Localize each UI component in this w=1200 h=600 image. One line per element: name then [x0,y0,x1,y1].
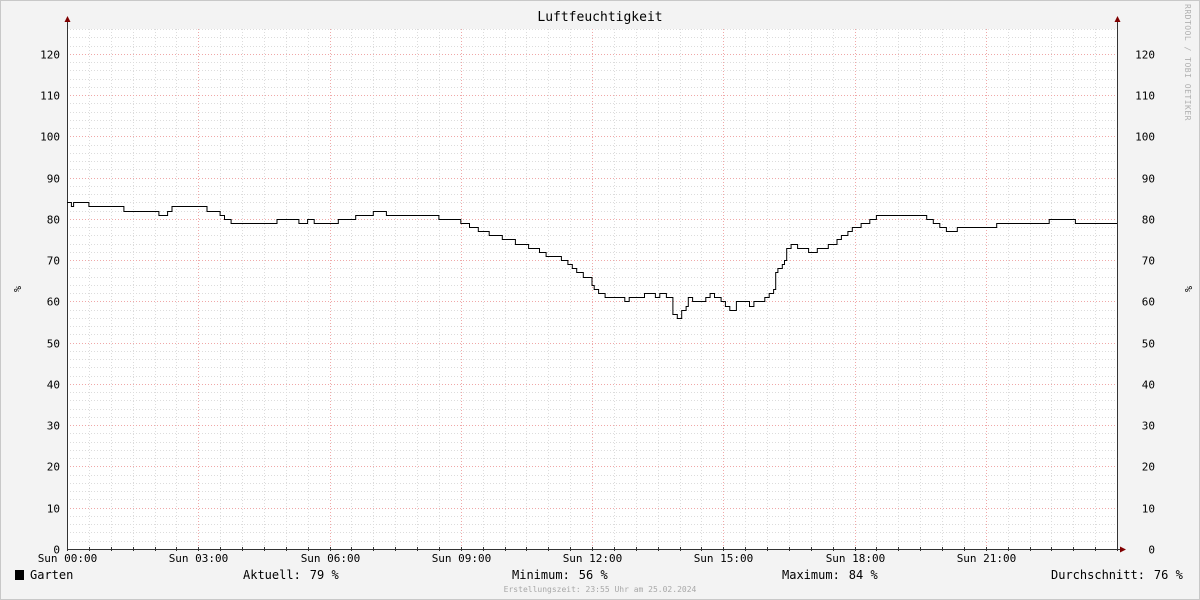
x-tick-label: Sun 18:00 [826,552,886,565]
y-tick-label: 110 [1135,90,1155,103]
stat-current-value: 79 % [309,568,339,582]
chart-title: Luftfeuchtigkeit [537,10,663,25]
creation-time-footer: Erstellungszeit: 23:55 Uhr am 25.02.2024 [503,585,697,594]
y-tick-label: 60 [1142,296,1155,309]
y-tick-labels-left: 0102030405060708090100110120 [40,49,60,557]
y-tick-label: 10 [1142,503,1155,516]
y-tick-label: 50 [47,338,60,351]
y-tick-labels-right: 0 10 20 30 40 50 60 70 80 90 100 110 120 [1135,49,1155,557]
y-tick-label: 120 [1135,49,1155,62]
stat-maximum-label: Maximum: [782,568,840,582]
y-tick-label: 90 [1142,173,1155,186]
y-tick-label: 30 [1142,420,1155,433]
stat-minimum-label: Minimum: [512,568,570,582]
y-tick-label: 10 [47,503,60,516]
y-tick-label: 50 [1142,338,1155,351]
stat-minimum: Minimum: 56 % [512,568,608,582]
y-axis-label-right: % [1182,286,1193,292]
x-tick-label: Sun 15:00 [694,552,754,565]
stat-current-label: Aktuell: [243,568,301,582]
y-tick-label: 100 [1135,131,1155,144]
x-tick-label: Sun 03:00 [169,552,229,565]
y-axis-label-left: % [11,286,22,292]
x-axis-arrow [1120,546,1126,553]
stat-maximum-value: 84 % [848,568,878,582]
x-tick-label: Sun 12:00 [563,552,623,565]
y-tick-label: 30 [47,420,60,433]
chart-canvas: 0 10 20 30 40 50 60 70 80 90 100 110 120 0 10 20 30 40 50… [11,16,1193,565]
x-tick-label: Sun 21:00 [957,552,1017,565]
y-tick-label: 110 [40,90,60,103]
stat-minimum-value: 56 % [578,568,608,582]
y-tick-label: 20 [1142,461,1155,474]
x-tick-label: Sun 09:00 [432,552,492,565]
y-tick-label: 120 [40,49,60,62]
y-tick-label: 40 [47,379,60,392]
stat-current: Aktuell: 79 % [243,568,339,582]
stat-average: Durchschnitt: 76 % [1051,568,1183,582]
y-tick-label: 90 [47,173,60,186]
y-tick-label: 20 [47,461,60,474]
y-tick-label: 60 [47,296,60,309]
legend-color-swatch [15,570,24,580]
y-tick-label: 40 [1142,379,1155,392]
legend-series-label: Garten [30,568,74,582]
y-tick-label: 0 [1148,544,1155,557]
y-tick-label: 80 [1142,214,1155,227]
y-tick-label: 70 [47,255,60,268]
x-tick-labels: Sun 00:00 Sun 03:00 Sun 06:00 Sun 09:00 Sun … [38,552,1017,565]
stat-average-label: Durchschnitt: [1051,568,1145,582]
y-tick-label: 100 [40,131,60,144]
stat-average-value: 76 % [1153,568,1183,582]
y-tick-label: 70 [1142,255,1155,268]
x-tick-label: Sun 06:00 [301,552,361,565]
y-tick-label: 80 [47,214,60,227]
rrdtool-watermark: RRDTOOL / TOBI OETIKER [1183,4,1192,121]
x-tick-label: Sun 00:00 [38,552,98,565]
stat-maximum: Maximum: 84 % [782,568,878,582]
